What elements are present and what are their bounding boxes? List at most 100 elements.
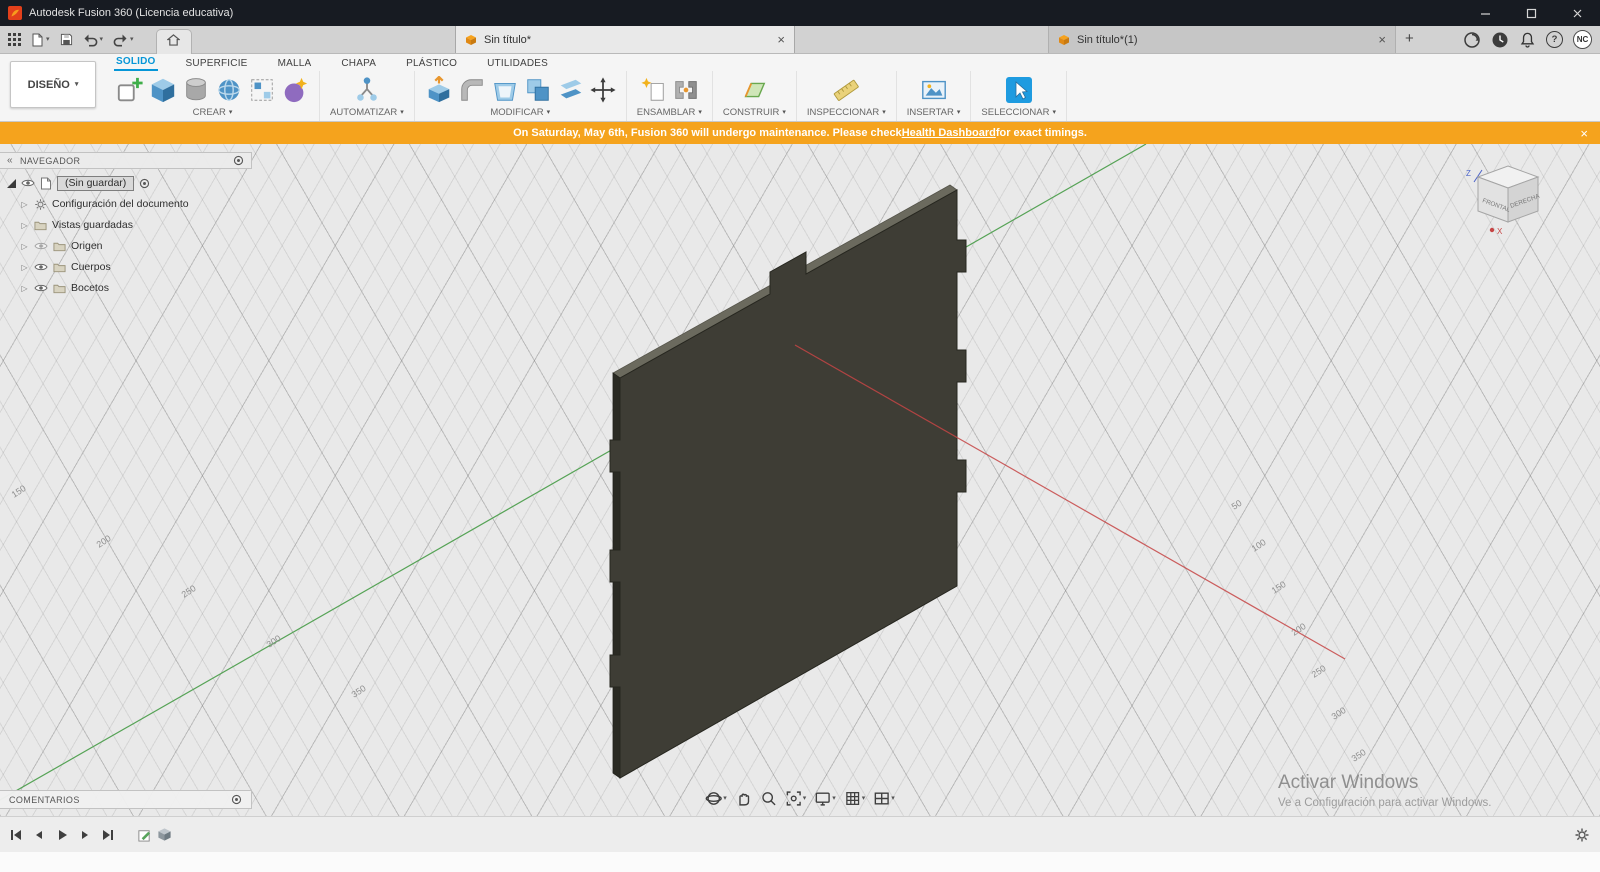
ensamblar-dropdown[interactable]: ENSAMBLAR ▾ <box>637 107 702 119</box>
tab-chapa[interactable]: CHAPA <box>339 58 378 71</box>
eye-icon[interactable] <box>21 178 35 188</box>
document-tab-2[interactable]: Sin título*(1) × <box>1048 26 1396 53</box>
go-to-start-button[interactable] <box>8 827 24 843</box>
go-to-end-button[interactable] <box>100 827 116 843</box>
tree-row-sketches[interactable]: ▷ Bocetos <box>7 279 252 297</box>
orbit-button[interactable]: ▾ <box>705 790 727 807</box>
shell-icon[interactable] <box>491 76 519 104</box>
tab-superficie[interactable]: SUPERFICIE <box>184 58 250 71</box>
grid-settings-button[interactable]: ▾ <box>844 790 865 807</box>
insertar-dropdown[interactable]: INSERTAR ▾ <box>907 107 961 119</box>
expand-icon[interactable]: ▷ <box>20 263 29 272</box>
viewports-button[interactable]: ▾ <box>873 790 895 807</box>
combine-icon[interactable] <box>524 76 552 104</box>
eye-icon[interactable] <box>34 283 48 293</box>
box-icon[interactable] <box>149 76 177 104</box>
sphere-icon[interactable] <box>215 76 243 104</box>
save-button[interactable] <box>60 33 73 46</box>
offset-face-icon[interactable] <box>557 76 585 104</box>
step-forward-button[interactable] <box>77 827 93 843</box>
folder-icon <box>53 263 66 272</box>
minimize-button[interactable] <box>1462 0 1508 26</box>
eye-icon[interactable] <box>34 262 48 272</box>
new-component-icon[interactable] <box>639 76 667 104</box>
pan-button[interactable] <box>735 790 752 807</box>
tree-row-origin[interactable]: ▷ Origen <box>7 237 252 255</box>
extensions-icon[interactable] <box>1463 31 1481 49</box>
banner-close-icon[interactable]: × <box>1580 126 1588 141</box>
viewport[interactable]: 150 200 250 300 350 50 100 150 200 250 3… <box>0 144 1600 816</box>
construir-dropdown[interactable]: CONSTRUIR ▾ <box>723 107 786 119</box>
health-dashboard-link[interactable]: Health Dashboard <box>902 127 996 139</box>
expand-icon[interactable]: ▷ <box>20 284 29 293</box>
notifications-bell-icon[interactable] <box>1519 31 1536 49</box>
view-cube[interactable]: Z FRONTAL DERECHA X <box>1466 165 1541 236</box>
maximize-button[interactable] <box>1508 0 1554 26</box>
automate-icon[interactable] <box>353 76 381 104</box>
tab-malla[interactable]: MALLA <box>276 58 314 71</box>
seleccionar-dropdown[interactable]: SELECCIONAR ▾ <box>981 107 1056 119</box>
navigator-header[interactable]: « NAVEGADOR <box>0 152 252 169</box>
radio-marker-icon[interactable] <box>139 178 150 189</box>
workspace-selector[interactable]: DISEÑO ▾ <box>10 61 96 108</box>
select-icon[interactable] <box>1004 75 1034 105</box>
folder-icon <box>53 284 66 293</box>
help-button[interactable]: ? <box>1546 31 1563 48</box>
timeline-sketch-feature[interactable] <box>137 827 152 842</box>
close-button[interactable] <box>1554 0 1600 26</box>
fit-button[interactable]: ▾ <box>785 790 806 807</box>
step-back-button[interactable] <box>31 827 47 843</box>
redo-button[interactable]: ▾ <box>113 33 134 47</box>
automatizar-dropdown[interactable]: AUTOMATIZAR ▾ <box>330 107 404 119</box>
close-tab-icon[interactable]: × <box>1378 32 1386 47</box>
undo-button[interactable]: ▾ <box>83 33 103 47</box>
create-sketch-icon[interactable] <box>116 76 144 104</box>
root-document-label[interactable]: (Sin guardar) <box>57 175 135 191</box>
new-tab-button[interactable]: + <box>1405 30 1414 47</box>
fillet-icon[interactable] <box>458 76 486 104</box>
comments-panel[interactable]: COMENTARIOS <box>0 790 252 809</box>
collapse-panel-icon[interactable]: « <box>7 155 13 166</box>
tree-row-bodies[interactable]: ▷ Cuerpos <box>7 258 252 276</box>
cylinder-icon[interactable] <box>182 76 210 104</box>
window-title: Autodesk Fusion 360 (Licencia educativa) <box>29 7 234 19</box>
panel-options-icon[interactable] <box>231 794 242 805</box>
tree-row-document-settings[interactable]: ▷ Configuración del documento <box>7 195 252 213</box>
insert-canvas-icon[interactable] <box>920 76 948 104</box>
joint-icon[interactable] <box>672 76 700 104</box>
timeline-body-feature[interactable] <box>157 827 172 842</box>
form-icon[interactable] <box>281 76 309 104</box>
pattern-icon[interactable] <box>248 76 276 104</box>
tree-row-root[interactable]: (Sin guardar) <box>7 174 252 192</box>
document-tab-1[interactable]: Sin título* × <box>455 26 795 53</box>
move-copy-icon[interactable] <box>590 77 616 103</box>
app-menu-button[interactable] <box>8 33 21 46</box>
display-settings-icon <box>815 792 830 806</box>
display-settings-button[interactable]: ▾ <box>814 790 836 807</box>
measure-icon[interactable] <box>832 76 860 104</box>
press-pull-icon[interactable] <box>425 76 453 104</box>
timeline-settings-gear-icon[interactable] <box>1574 827 1590 843</box>
zoom-button[interactable] <box>760 790 777 807</box>
group-construir: CONSTRUIR ▾ <box>713 71 797 121</box>
expand-icon[interactable]: ▷ <box>20 221 29 230</box>
panel-options-icon[interactable] <box>233 155 244 166</box>
tab-utilidades[interactable]: UTILIDADES <box>485 58 550 71</box>
tab-plastico[interactable]: PLÁSTICO <box>404 58 459 71</box>
crear-dropdown[interactable]: CREAR ▾ <box>193 107 233 119</box>
home-view-button[interactable] <box>155 29 192 54</box>
tab-solido[interactable]: SOLIDO <box>114 56 158 71</box>
job-status-clock-icon[interactable] <box>1491 31 1509 49</box>
construction-plane-icon[interactable] <box>740 76 768 104</box>
inspeccionar-dropdown[interactable]: INSPECCIONAR ▾ <box>807 107 886 119</box>
expand-icon[interactable]: ▷ <box>20 200 29 209</box>
eye-icon[interactable] <box>34 241 48 251</box>
body-panel[interactable] <box>609 184 967 779</box>
avatar[interactable]: NC <box>1573 30 1592 49</box>
file-menu-button[interactable]: ▾ <box>31 33 50 47</box>
modificar-dropdown[interactable]: MODIFICAR ▾ <box>490 107 550 119</box>
expand-icon[interactable]: ▷ <box>20 242 29 251</box>
play-button[interactable] <box>54 827 70 843</box>
close-tab-icon[interactable]: × <box>777 32 785 47</box>
tree-row-saved-views[interactable]: ▷ Vistas guardadas <box>7 216 252 234</box>
